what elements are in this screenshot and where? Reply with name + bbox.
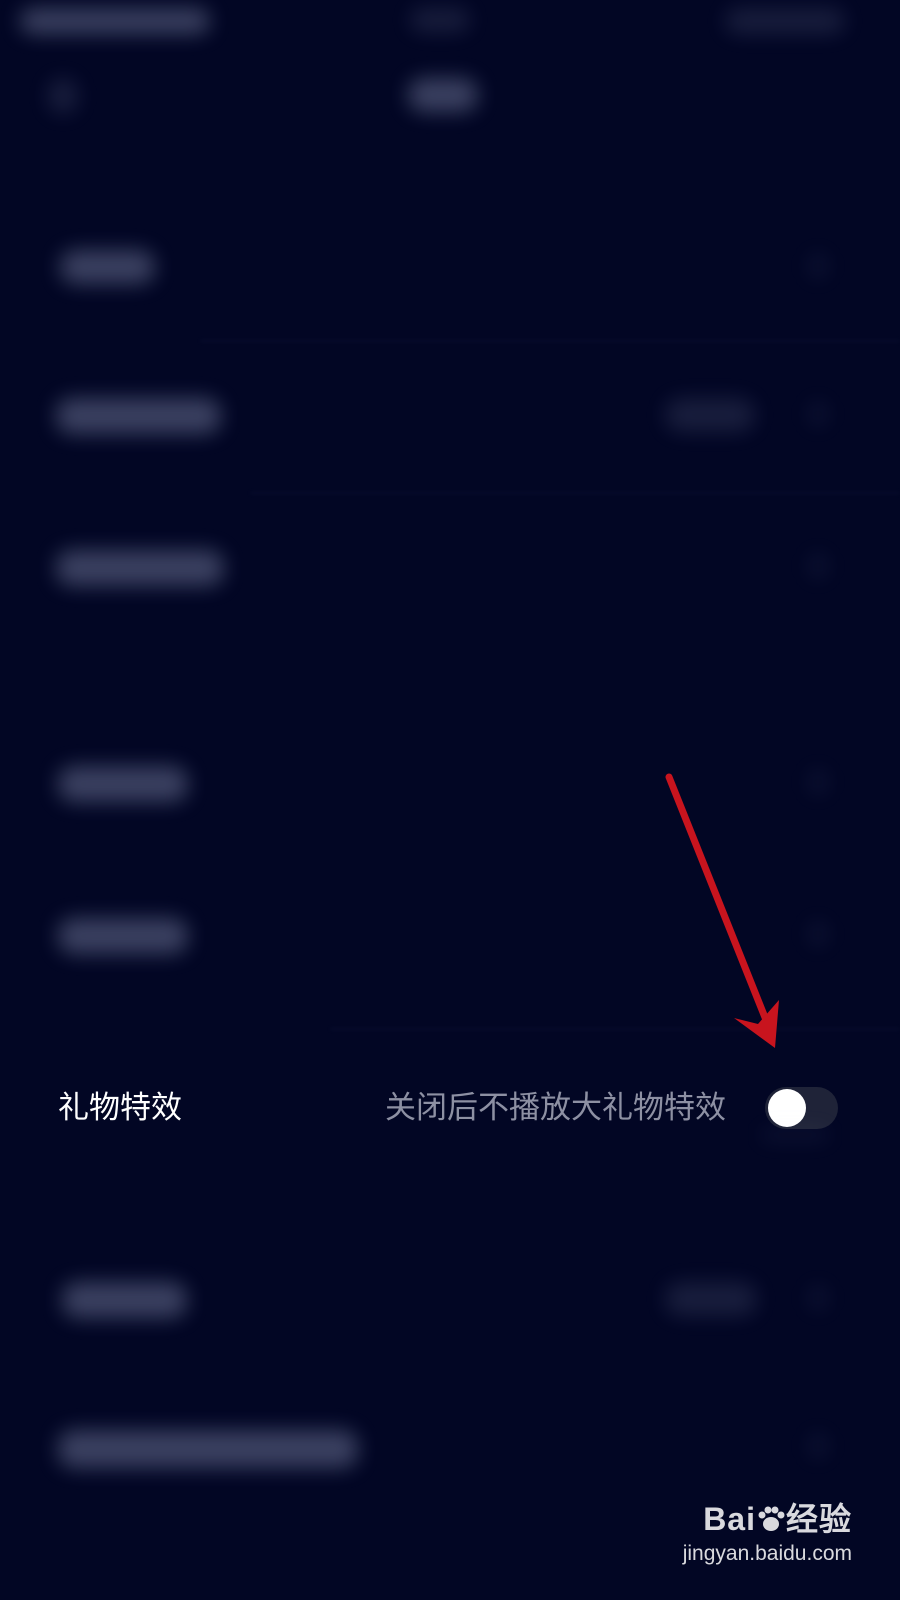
arrow-head <box>734 1000 779 1048</box>
blurred-status-left <box>20 8 210 34</box>
paw-icon <box>758 1506 785 1531</box>
blurred-setting-2-chevron <box>808 400 828 428</box>
divider <box>330 1028 900 1030</box>
gift-effects-description: 关闭后不播放大礼物特效 <box>385 1090 726 1126</box>
blurred-setting-8-chevron <box>808 1432 828 1460</box>
blurred-setting-1-chevron <box>808 252 828 280</box>
divider <box>250 492 900 494</box>
watermark-url: jingyan.baidu.com <box>682 1542 852 1565</box>
blurred-setting-7-value <box>665 1282 757 1316</box>
blurred-setting-8[interactable] <box>58 1430 358 1468</box>
blurred-setting-4-chevron <box>808 768 828 796</box>
blurred-shadow <box>760 1128 830 1142</box>
toggle-knob <box>768 1089 806 1127</box>
divider <box>200 340 900 342</box>
baidu-jingyan-watermark: Bai 经验 jingyan.baidu.com <box>682 1482 852 1582</box>
blurred-setting-7[interactable] <box>62 1282 187 1318</box>
blurred-page-title <box>408 78 478 112</box>
blurred-setting-1[interactable] <box>60 250 155 284</box>
watermark-brand-suffix: 经验 <box>785 1501 852 1537</box>
blurred-setting-2[interactable] <box>56 398 221 434</box>
blurred-status-center <box>410 8 470 32</box>
blurred-setting-5-chevron <box>808 920 828 948</box>
gift-effects-title: 礼物特效 <box>58 1090 182 1126</box>
watermark-brand: Bai <box>703 1501 756 1537</box>
gift-effects-setting-row: 礼物特效 关闭后不播放大礼物特效 <box>0 1058 900 1158</box>
watermark-logo: Bai 经验 <box>703 1494 852 1540</box>
blurred-setting-3-chevron <box>808 552 828 580</box>
blurred-setting-7-chevron <box>808 1284 828 1312</box>
gift-effects-toggle[interactable] <box>765 1087 838 1129</box>
blurred-setting-3[interactable] <box>56 550 224 586</box>
settings-screen: 礼物特效 关闭后不播放大礼物特效 Bai 经验 jingyan.baidu.com <box>0 0 900 1600</box>
blurred-setting-4[interactable] <box>58 766 188 802</box>
blurred-back-icon[interactable] <box>48 78 78 114</box>
blurred-setting-5[interactable] <box>58 918 188 954</box>
blurred-setting-2-value <box>665 398 755 432</box>
blurred-status-right <box>725 8 845 34</box>
arrow-shaft <box>665 773 774 1034</box>
